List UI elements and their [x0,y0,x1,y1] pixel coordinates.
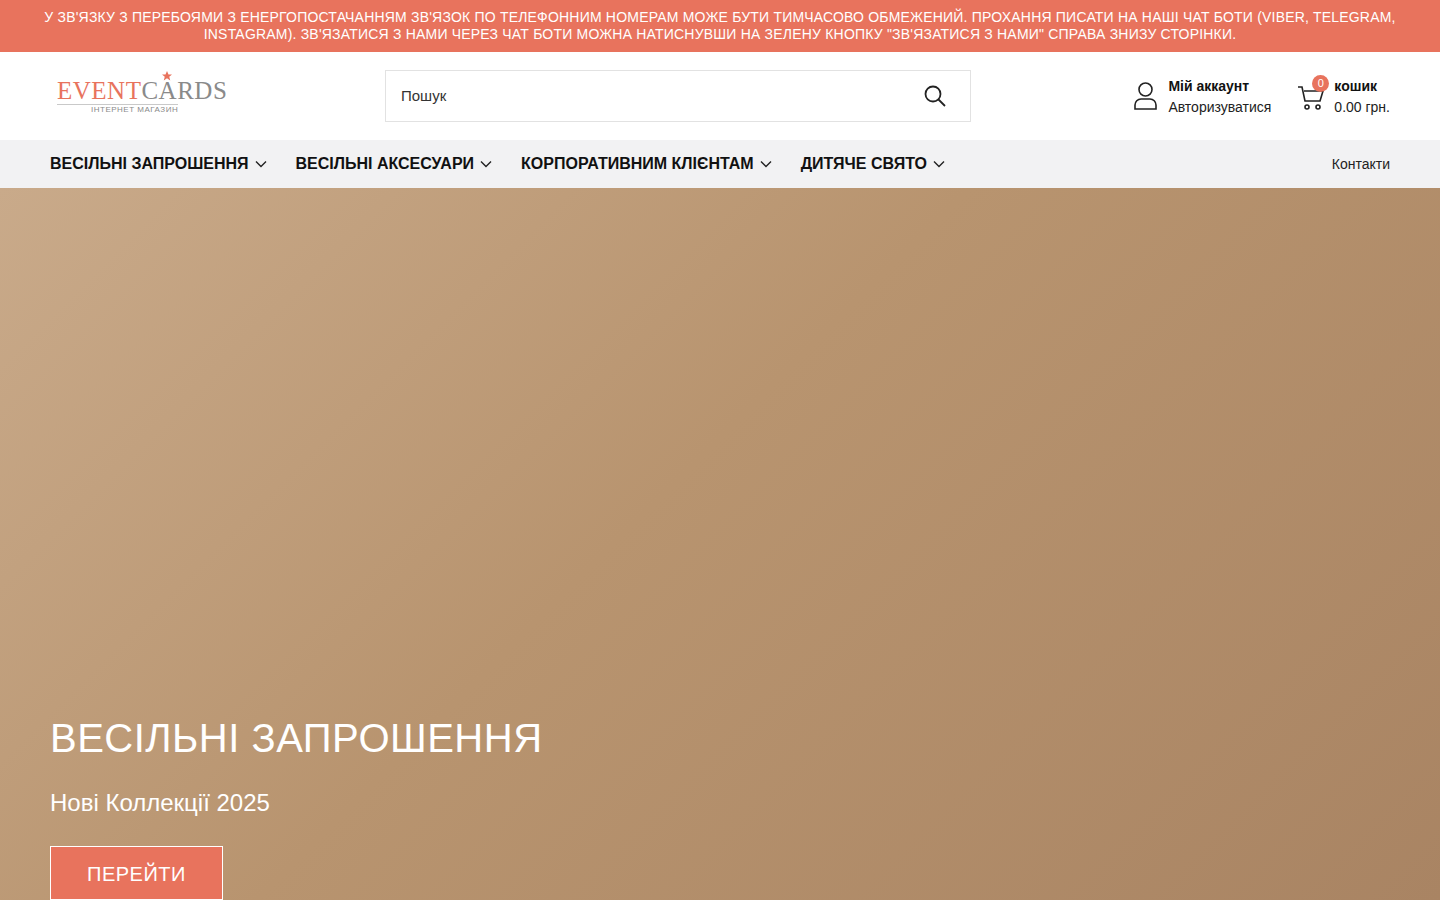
cart-icon: 0 [1297,81,1326,111]
hero-banner: ВЕСІЛЬНІ ЗАПРОШЕННЯ Нові Коллекції 2025 ПЕ… [0,188,1440,900]
chevron-down-icon [933,158,945,170]
contacts-link[interactable]: Контакти [1332,154,1390,175]
account-text: Мій аккаунтАвторизуватися [1168,76,1271,117]
main-nav: ВЕСІЛЬНІ ЗАПРОШЕННЯ ВЕСІЛЬНІ АКСЕСУАРИ КОР… [0,140,1440,188]
cart-badge: 0 [1312,75,1329,92]
star-icon [161,70,173,82]
cart-link[interactable]: 0 кошик0.00 грн. [1297,76,1390,117]
search-icon[interactable] [922,83,948,109]
banner-text: У ЗВ'ЯЗКУ З ПЕРЕБОЯМИ З ЕНЕРГОПОСТАЧАННЯ… [30,9,1410,43]
login-link[interactable]: Авторизуватися [1168,97,1271,117]
hero-button-wrap: ПЕРЕЙТИ [50,846,1390,900]
account-title: Мій аккаунт [1168,76,1271,96]
logo-part: CARDS [141,78,227,104]
chevron-down-icon [760,158,772,170]
nav-label: ВЕСІЛЬНІ ЗАПРОШЕННЯ [50,152,249,176]
nav-item[interactable]: ДИТЯЧЕ СВЯТО [801,152,945,176]
search-field [385,70,971,122]
user-icon [1133,81,1159,111]
logo[interactable]: EVENTCARDSІНТЕРНЕТ МАГАЗИН [50,78,385,114]
nav-label: ВЕСІЛЬНІ АКСЕСУАРИ [296,152,475,176]
nav-list: ВЕСІЛЬНІ ЗАПРОШЕННЯ ВЕСІЛЬНІ АКСЕСУАРИ КОР… [50,152,945,176]
cart-text: кошик0.00 грн. [1334,76,1390,117]
header-actions: Мій аккаунтАвторизуватися 0 кошик0.00 грн. [971,76,1390,117]
logo-part: EVENT [57,78,141,104]
logo-text: EVENTCARDS [57,78,227,104]
chevron-down-icon [480,158,492,170]
cart-total: 0.00 грн. [1334,97,1390,117]
announcement-banner: У ЗВ'ЯЗКУ З ПЕРЕБОЯМИ З ЕНЕРГОПОСТАЧАННЯ… [0,0,1440,52]
cart-title: кошик [1334,76,1390,96]
account-link[interactable]: Мій аккаунтАвторизуватися [1133,76,1271,117]
nav-item[interactable]: ВЕСІЛЬНІ ЗАПРОШЕННЯ [50,152,267,176]
hero-title: ВЕСІЛЬНІ ЗАПРОШЕННЯ [50,714,1390,762]
header: EVENTCARDSІНТЕРНЕТ МАГАЗИН Мій аккаунтАвт… [0,52,1440,140]
nav-label: ДИТЯЧЕ СВЯТО [801,152,927,176]
hero-button[interactable]: ПЕРЕЙТИ [50,846,223,900]
search-input[interactable] [401,85,922,108]
hero-subtitle: Нові Коллекції 2025 [50,789,1390,817]
nav-item[interactable]: ВЕСІЛЬНІ АКСЕСУАРИ [296,152,493,176]
nav-item[interactable]: КОРПОРАТИВНИМ КЛІЄНТАМ [521,152,772,176]
chevron-down-icon [255,158,267,170]
nav-label: КОРПОРАТИВНИМ КЛІЄНТАМ [521,152,754,176]
logo-subtitle: ІНТЕРНЕТ МАГАЗИН [57,104,178,114]
